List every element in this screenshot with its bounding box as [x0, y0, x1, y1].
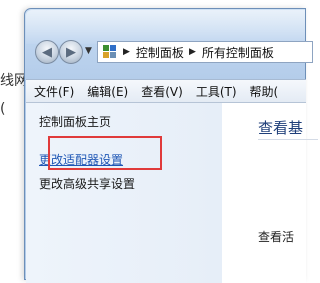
arrow-right-icon: ▶ — [66, 44, 76, 60]
title-divider — [258, 139, 318, 140]
highlight-box — [48, 136, 162, 170]
menu-help[interactable]: 帮助( — [250, 83, 279, 100]
arrow-left-icon: ◀ — [42, 44, 52, 60]
menu-tools[interactable]: 工具(T) — [196, 83, 237, 100]
breadcrumb-separator[interactable]: ▶ — [123, 47, 130, 57]
breadcrumb-all-items[interactable]: 所有控制面板 — [202, 44, 274, 61]
main-pane: 查看基 查看活 — [222, 103, 318, 283]
menu-view[interactable]: 查看(V) — [141, 83, 183, 100]
recent-pages-dropdown[interactable]: ▼ — [85, 46, 92, 56]
page-title: 查看基 — [258, 119, 304, 137]
content-area: 控制面板主页 更改适配器设置 更改高级共享设置 查看基 查看活 — [26, 103, 318, 283]
window-gloss — [26, 10, 305, 44]
navigation-bar: ◀ ▶ ▼ ▶ 控制面板 ▶ 所有控制面板 — [33, 40, 313, 66]
back-button[interactable]: ◀ — [35, 40, 59, 64]
forward-button[interactable]: ▶ — [59, 40, 83, 64]
control-panel-icon — [102, 44, 118, 60]
address-bar[interactable]: ▶ 控制面板 ▶ 所有控制面板 — [97, 41, 313, 63]
task-pane: 控制面板主页 更改适配器设置 更改高级共享设置 — [26, 103, 222, 283]
menu-edit[interactable]: 编辑(E) — [87, 83, 128, 100]
breadcrumb-control-panel[interactable]: 控制面板 — [136, 44, 184, 61]
menu-bar: 文件(F) 编辑(E) 查看(V) 工具(T) 帮助( — [26, 79, 306, 103]
control-panel-home-link[interactable]: 控制面板主页 — [39, 113, 111, 130]
background-text-2: ( — [0, 101, 6, 117]
view-active-networks-text: 查看活 — [258, 230, 295, 244]
breadcrumb-separator[interactable]: ▶ — [189, 47, 196, 57]
change-advanced-sharing-link[interactable]: 更改高级共享设置 — [39, 175, 135, 192]
menu-file[interactable]: 文件(F) — [34, 83, 74, 100]
